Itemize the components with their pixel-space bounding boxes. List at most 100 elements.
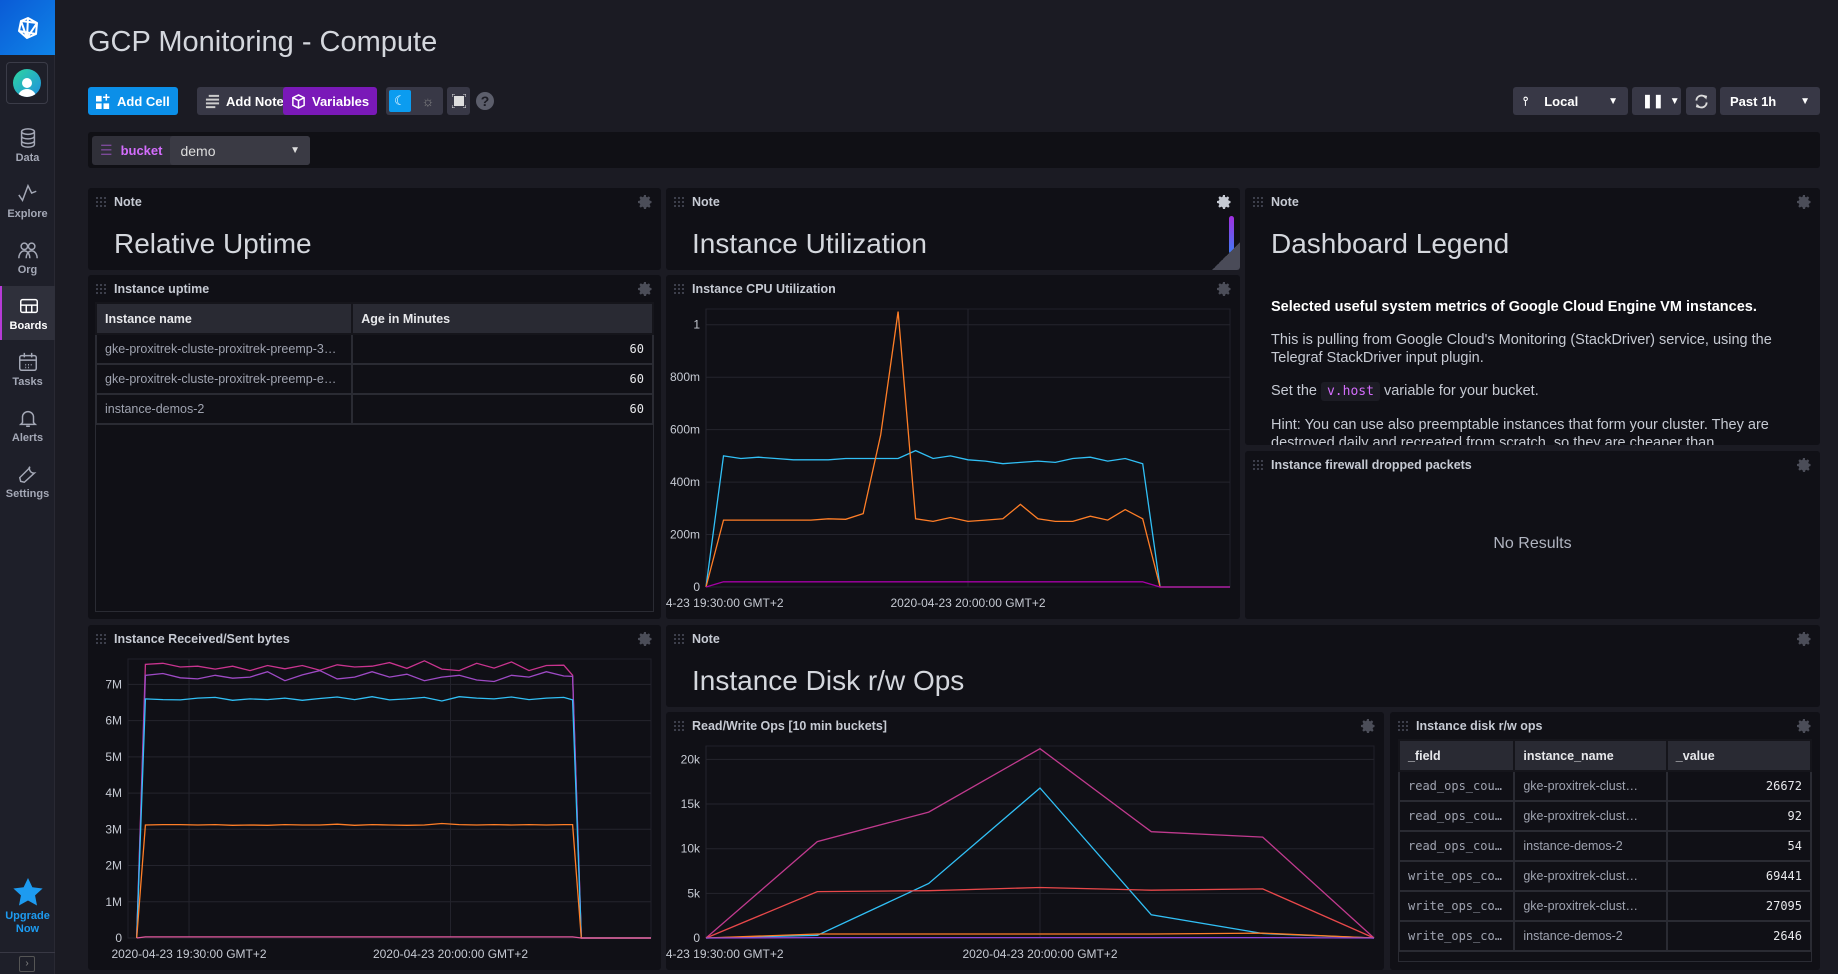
timezone-dropdown[interactable]: ⫯ Local ▼ [1513,87,1628,115]
drag-handle-icon[interactable] [1253,460,1263,470]
gear-icon[interactable] [637,631,653,647]
caret-down-icon: ▼ [290,145,300,156]
sidebar-item-settings[interactable]: Settings [0,454,55,508]
table-cell: read_ops_count [1397,800,1516,832]
moon-icon[interactable]: ☾ [389,90,411,112]
table-cell: gke-proxitrek-cluste-proxitrek-preemp-3a… [94,333,354,365]
sidebar-item-alerts[interactable]: Alerts [0,398,55,452]
drag-handle-icon[interactable] [674,284,684,294]
note-heading: Instance Utilization [692,228,928,259]
drag-handle-icon[interactable] [96,634,106,644]
table-cell: 2646 [1665,920,1813,952]
sidebar-item-tasks[interactable]: Tasks [0,342,55,396]
table-row: write_ops_count gke-proxitrek-clust… 27095 [1397,890,1813,922]
cell-title: Read/Write Ops [10 min buckets] [692,719,887,733]
graph-cell-received-sent-bytes: Instance Received/Sent bytes 0 1M 2M 3M 4M 5M… [88,625,661,970]
gear-icon[interactable] [1796,194,1812,210]
wrench-icon [18,465,37,483]
series-line-1[interactable] [136,669,651,939]
sidebar-item-explore[interactable]: Explore [0,174,55,228]
sidebar-item-org[interactable]: Org [0,230,55,284]
table-cell: 54 [1665,830,1813,862]
column-header[interactable]: _field [1397,739,1516,772]
legend-p1: This is pulling from Google Cloud's Moni… [1271,332,1772,366]
gear-icon[interactable] [1796,718,1812,734]
table-row: write_ops_count gke-proxitrek-clust… 69441 [1397,860,1813,892]
gear-icon[interactable] [637,281,653,297]
expand-sidebar-toggle[interactable]: › [19,956,35,972]
x-tick-label: 2020-04-23 19:30:00 GMT+2 [666,596,784,610]
help-icon[interactable]: ? [476,92,494,110]
table-cell: read_ops_count [1397,770,1516,802]
received-sent-bytes-chart[interactable]: 0 1M 2M 3M 4M 5M 6M 7M 2020-04-23 19:30:00 GMT+2… [88,653,661,966]
column-header[interactable]: Instance name [94,302,354,335]
drag-handle-icon[interactable] [674,721,684,731]
uptime-table: Instance name Age in Minutes gke-proxitrek… [94,302,654,425]
pin-icon: ⫯ [1523,93,1529,108]
cell-header: Note [666,625,1820,653]
add-note-label: Add Note [226,93,284,109]
read-write-ops-chart[interactable]: 0 5k 10k 15k 20k 2020-04-23 19:30:00 GMT+2 202… [666,740,1384,966]
legend-p3: Hint: You can use also preemptable insta… [1271,417,1769,445]
variables-button[interactable]: Variables [283,87,378,115]
cell-title: Instance CPU Utilization [692,282,836,296]
drag-handle-icon[interactable] [96,284,106,294]
variable-bucket[interactable]: ☰ bucket demo ▼ [92,136,310,165]
gear-icon[interactable] [1796,457,1812,473]
refresh-button[interactable] [1686,87,1716,115]
y-tick-label: 3M [105,822,122,836]
cpu-utilization-chart[interactable]: 0 200m 400m 600m 800m 1 2020-04-23 19:30:00 GM… [666,303,1240,615]
table-header-row: Instance name Age in Minutes [94,302,654,335]
table-cell: 69441 [1665,860,1813,892]
gear-icon[interactable] [637,194,653,210]
influxdb-logo[interactable] [0,0,55,55]
theme-toggle[interactable]: ☾ ☼ [386,87,443,115]
database-icon [20,127,35,148]
graph-cell-read-write-ops: Read/Write Ops [10 min buckets] 0 5k 10k 15… [666,712,1384,970]
gear-icon[interactable] [1216,194,1232,210]
table-cell: write_ops_count [1397,920,1516,952]
disk-ops-table: _field instance_name _value read_ops_count g… [1397,739,1813,952]
upgrade-now-button[interactable]: Upgrade Now [0,878,55,936]
gear-icon[interactable] [1360,718,1376,734]
resize-handle-icon[interactable] [1212,242,1240,270]
table-cell: gke-proxitrek-clust… [1513,890,1668,922]
cell-title: Instance uptime [114,282,210,296]
sidebar-item-data[interactable]: Data [0,118,55,172]
drag-handle-icon[interactable] [674,197,684,207]
variable-value-dropdown[interactable]: demo ▼ [170,136,310,165]
column-header[interactable]: _value [1665,739,1813,772]
drag-handle-icon[interactable]: ☰ [100,142,113,159]
column-header[interactable]: Age in Minutes [351,302,654,335]
table-cell: read_ops_count [1397,830,1516,862]
table-header-row: _field instance_name _value [1397,739,1813,772]
drag-handle-icon[interactable] [674,634,684,644]
y-tick-label: 600m [670,423,700,437]
sun-icon[interactable]: ☼ [417,90,439,112]
note-heading: Instance Disk r/w Ops [692,665,965,696]
add-note-button[interactable]: Add Note [197,87,292,115]
x-tick-label: 2020-04-23 20:00:00 GMT+2 [962,947,1117,961]
variables-bar [88,132,1820,168]
autorefresh-dropdown[interactable]: ❚❚ ▼ [1632,87,1681,115]
x-tick-label: 2020-04-23 20:00:00 GMT+2 [373,947,528,961]
drag-handle-icon[interactable] [1398,721,1408,731]
user-avatar[interactable] [6,62,48,104]
presentation-mode-button[interactable] [447,87,470,115]
sidebar-item-boards[interactable]: Boards [0,286,55,340]
add-cell-button[interactable]: Add Cell [88,87,178,115]
cell-title: Instance firewall dropped packets [1271,458,1472,472]
column-header[interactable]: instance_name [1513,739,1668,772]
gear-icon[interactable] [1796,631,1812,647]
series-line-3[interactable] [136,822,651,939]
y-tick-label: 5M [105,750,122,764]
cell-header: Note [1245,188,1820,216]
table-cell-instance-uptime: Instance uptime Instance name Age in Minu… [88,275,661,619]
drag-handle-icon[interactable] [1253,197,1263,207]
gear-icon[interactable] [1216,281,1232,297]
graph-cell-firewall-dropped: Instance firewall dropped packets No Res… [1245,451,1820,619]
logo-icon [17,16,38,39]
refresh-icon [1694,94,1708,108]
time-range-dropdown[interactable]: Past 1h ▼ [1720,87,1820,115]
drag-handle-icon[interactable] [96,197,106,207]
